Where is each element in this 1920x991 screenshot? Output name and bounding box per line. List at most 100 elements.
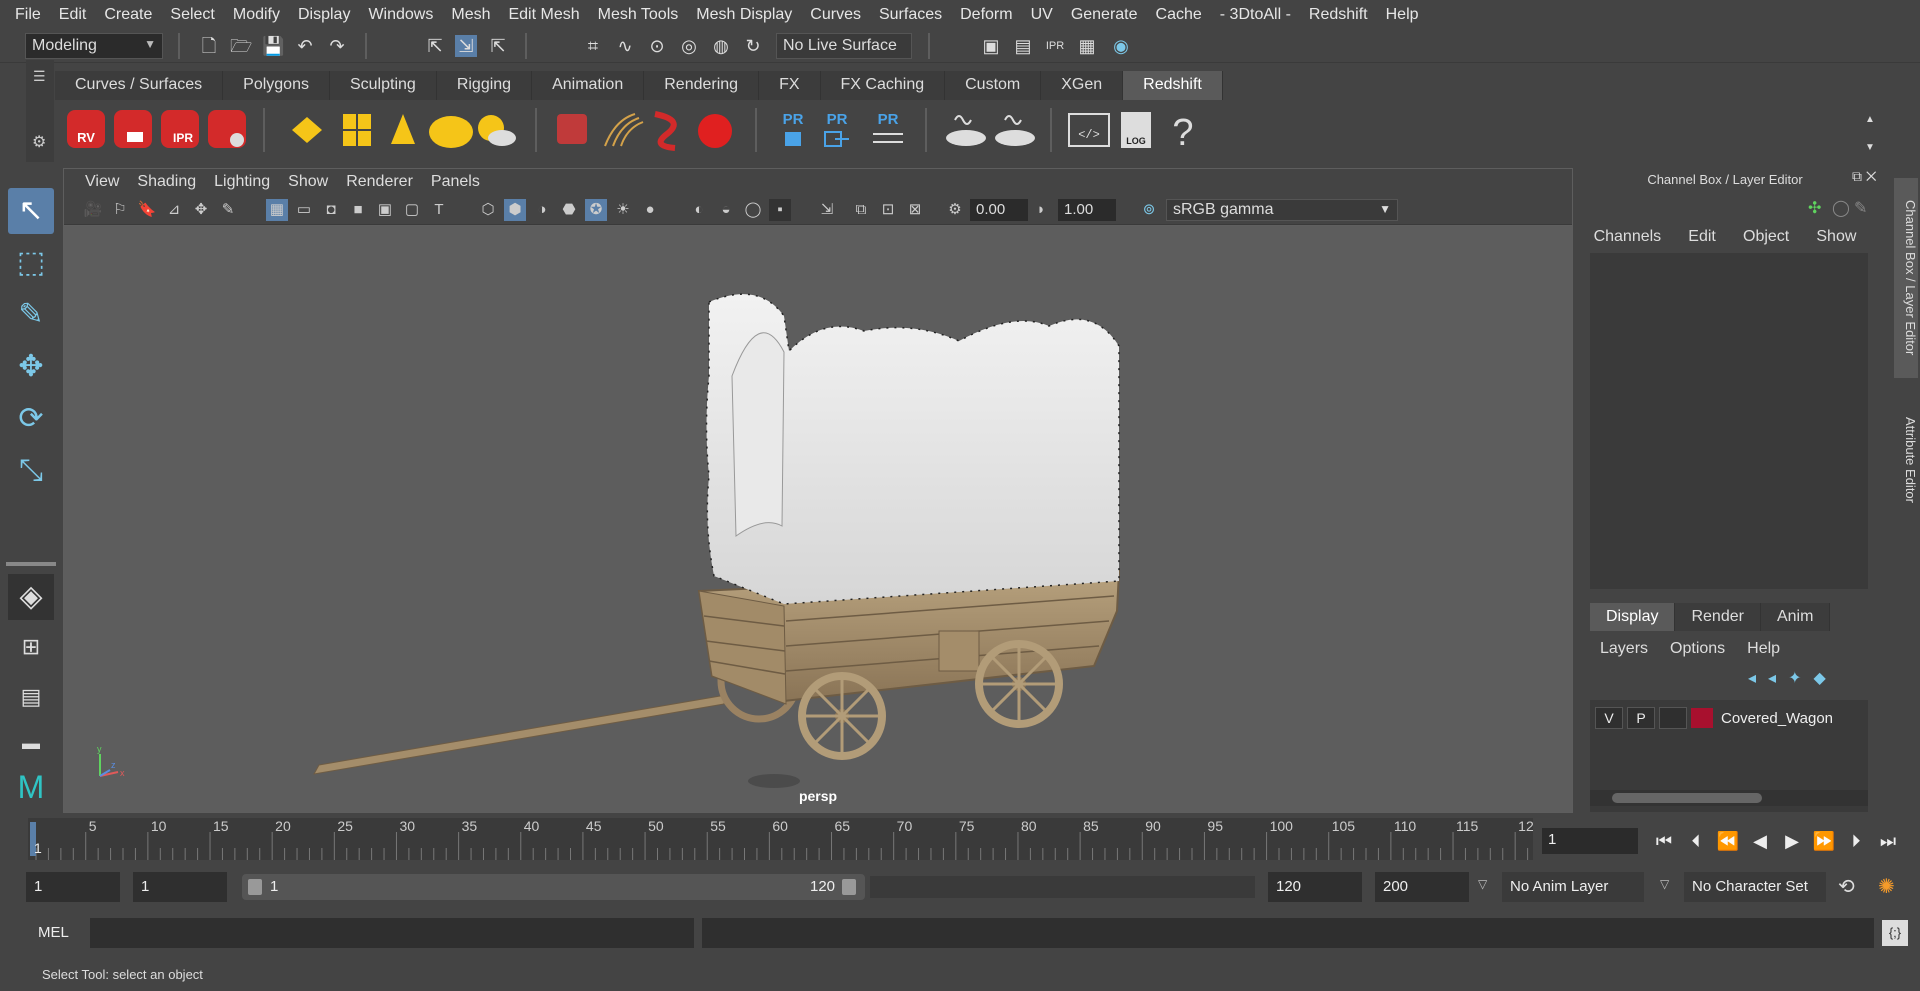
script-editor-icon[interactable]: </>	[1068, 113, 1110, 147]
redshift-volume-icon[interactable]	[654, 111, 677, 151]
exposure-field[interactable]: 0.00	[970, 199, 1028, 221]
menu-mesh-tools[interactable]: Mesh Tools	[589, 6, 688, 24]
layer-visibility-toggle[interactable]: V	[1595, 707, 1623, 729]
new-layer-icon[interactable]: ✦	[1788, 670, 1813, 687]
auto-key-icon[interactable]: ⟲	[1838, 874, 1855, 899]
safe-title-icon[interactable]: T	[428, 199, 450, 221]
tab-rigging[interactable]: Rigging	[436, 71, 533, 100]
gate-mask-icon[interactable]: ■	[347, 199, 369, 221]
anim-layer-dropdown[interactable]: No Anim Layer	[1502, 872, 1644, 902]
close-icon[interactable]: ✕	[1866, 168, 1877, 184]
shelf-menu-icon[interactable]: ☰	[33, 68, 46, 85]
move-layer-down-icon[interactable]: ◂	[1768, 670, 1788, 687]
render-view-icon[interactable]: ▣	[980, 35, 1002, 57]
tab-curves-surfaces[interactable]: Curves / Surfaces	[55, 71, 224, 100]
scene-end-field[interactable]: 200	[1375, 872, 1469, 902]
select-tool-icon[interactable]: ↖	[8, 188, 54, 234]
outliner-view-icon[interactable]: ▤	[8, 674, 54, 720]
bookmark-icon[interactable]: 🔖	[136, 199, 158, 221]
channel-box-toggle-icon[interactable]: ◯	[1832, 198, 1850, 218]
layer-row[interactable]: V P Covered_Wagon	[1595, 706, 1863, 730]
menu-generate[interactable]: Generate	[1062, 6, 1147, 24]
redshift-light-icon[interactable]	[292, 117, 322, 143]
viewport-menu-panels[interactable]: Panels	[422, 173, 489, 191]
script-editor-icon[interactable]: {;}	[1882, 920, 1908, 946]
smooth-shade-icon[interactable]: ⬢	[504, 199, 526, 221]
range-end-handle[interactable]	[842, 879, 856, 895]
frame-selection-icon[interactable]: ⊡	[877, 199, 899, 221]
use-all-lights-icon[interactable]: ✪	[585, 199, 607, 221]
select-component-icon[interactable]: ⇱	[487, 35, 509, 57]
channel-box-axis-icon[interactable]: ✣	[1808, 198, 1821, 218]
snap-curve-icon[interactable]: ∿	[614, 35, 636, 57]
playback-end-field[interactable]: 120	[1268, 872, 1362, 902]
paint-select-icon[interactable]: ✎	[8, 292, 54, 338]
menu-3dtoall[interactable]: - 3DtoAll -	[1211, 6, 1300, 24]
layer-menu-layers[interactable]: Layers	[1600, 640, 1648, 658]
backface-icon[interactable]: ◯	[742, 199, 764, 221]
pr-box-icon[interactable]: PR	[783, 111, 804, 146]
redshift-settings-icon[interactable]	[208, 110, 246, 148]
tab-polygons[interactable]: Polygons	[223, 71, 330, 100]
layer-color-swatch[interactable]	[1691, 708, 1713, 728]
redshift-spot-light-icon[interactable]	[391, 114, 415, 144]
new-scene-icon[interactable]: 🗋	[198, 35, 220, 57]
undo-icon[interactable]: ↶	[294, 35, 316, 57]
select-camera-icon[interactable]: ⇲	[816, 199, 838, 221]
gamma-icon[interactable]: ◗	[1030, 199, 1052, 221]
layer-name[interactable]: Covered_Wagon	[1721, 710, 1833, 727]
tab-custom[interactable]: Custom	[945, 71, 1042, 100]
select-hierarchy-icon[interactable]: ⇱	[424, 35, 446, 57]
menu-cache[interactable]: Cache	[1147, 6, 1211, 24]
render-frame-icon[interactable]: ▤	[1012, 35, 1034, 57]
layer-playback-toggle[interactable]: P	[1627, 707, 1655, 729]
tab-redshift[interactable]: Redshift	[1123, 71, 1223, 100]
redshift-ipr-icon[interactable]: IPR	[161, 110, 199, 148]
step-forward-key-icon[interactable]: ⏩	[1812, 828, 1836, 854]
menu-create[interactable]: Create	[95, 6, 161, 24]
layer-menu-options[interactable]: Options	[1670, 640, 1725, 658]
menu-modify[interactable]: Modify	[224, 6, 289, 24]
snap-surface-icon[interactable]: ◍	[710, 35, 732, 57]
rotate-tool-icon[interactable]: ⟳	[8, 396, 54, 442]
xray-joints-icon[interactable]: ◒	[715, 199, 737, 221]
animation-prefs-icon[interactable]: ✺	[1878, 874, 1895, 899]
command-language-label[interactable]: MEL	[38, 924, 69, 941]
channel-menu-show[interactable]: Show	[1816, 228, 1856, 254]
mode-dropdown[interactable]: Modeling ▼	[25, 33, 163, 59]
character-set-dropdown[interactable]: No Character Set	[1684, 872, 1826, 902]
live-surface-field[interactable]: No Live Surface	[776, 33, 912, 59]
redshift-render-icon[interactable]	[114, 110, 152, 148]
redshift-rv-icon[interactable]: RV	[67, 110, 105, 148]
redshift-dome-light-icon[interactable]	[429, 116, 473, 148]
step-back-frame-icon[interactable]: ⏴	[1684, 828, 1708, 854]
shelf-scroll-icon[interactable]: ▲▼	[1865, 114, 1875, 153]
image-plane-icon[interactable]: ⊿	[163, 199, 185, 221]
step-back-key-icon[interactable]: ⏪	[1716, 828, 1740, 854]
field-chart-icon[interactable]: ▣	[374, 199, 396, 221]
new-layer-selected-icon[interactable]: ◆	[1813, 670, 1837, 687]
open-scene-icon[interactable]: 🗁	[230, 35, 252, 57]
bake-options-icon[interactable]	[995, 115, 1035, 146]
exposure-icon[interactable]: ⚙	[944, 199, 966, 221]
menu-mesh[interactable]: Mesh	[442, 6, 499, 24]
current-frame-field[interactable]: 1	[1542, 828, 1638, 854]
move-tool-icon[interactable]: ✥	[8, 344, 54, 390]
layer-menu-help[interactable]: Help	[1747, 640, 1780, 658]
time-slider[interactable]: 5 10 15 20 25 30 35 40 45 50 55 60 65 70 75 80 85 90 95 100…	[28, 818, 1534, 860]
xray-icon[interactable]: ◐	[688, 199, 710, 221]
help-icon[interactable]: ?	[1172, 112, 1193, 154]
hypershade-icon[interactable]: ◉	[1110, 35, 1132, 57]
chevron-down-icon[interactable]: ▽	[1478, 877, 1487, 891]
tab-xgen[interactable]: XGen	[1041, 71, 1124, 100]
wireframe-on-shaded-icon[interactable]: ◑	[531, 199, 553, 221]
shadows-icon[interactable]: ☀	[612, 199, 634, 221]
single-view-icon[interactable]: ◈	[8, 574, 54, 620]
playback-start-field[interactable]: 1	[133, 872, 227, 902]
channel-menu-object[interactable]: Object	[1743, 228, 1789, 254]
layer-display-type[interactable]	[1659, 707, 1687, 729]
hud-icon[interactable]: ⊠	[904, 199, 926, 221]
redo-icon[interactable]: ↷	[326, 35, 348, 57]
viewport-menu-view[interactable]: View	[76, 173, 128, 191]
redshift-hair-icon[interactable]	[604, 113, 644, 147]
